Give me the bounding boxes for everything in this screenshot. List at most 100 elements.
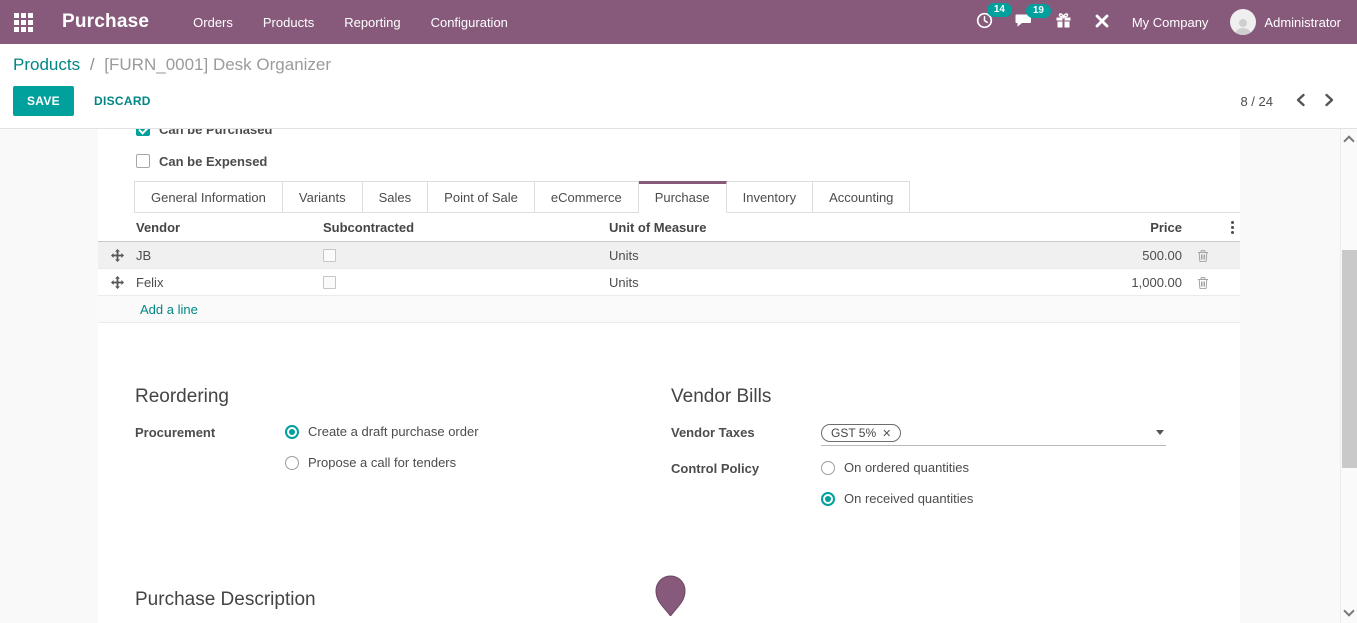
cell-price[interactable]: 1,000.00 (1003, 275, 1182, 290)
vendor-taxes-field[interactable]: GST 5% ✕ (821, 424, 1166, 446)
remove-tag-icon[interactable]: ✕ (882, 427, 891, 440)
control-policy-option-received[interactable]: On received quantities (821, 491, 1166, 506)
cell-price[interactable]: 500.00 (1003, 248, 1182, 263)
scroll-down-icon[interactable] (1343, 605, 1354, 616)
nav-reporting[interactable]: Reporting (344, 15, 400, 30)
notebook-tabs: General Information Variants Sales Point… (134, 181, 1240, 213)
nav-configuration[interactable]: Configuration (431, 15, 508, 30)
user-menu[interactable]: Administrator (1230, 9, 1341, 35)
form-sheet: Can be Purchased Can be Expensed General… (98, 129, 1240, 623)
column-header-price[interactable]: Price (1003, 220, 1182, 235)
drag-handle-icon[interactable] (111, 276, 124, 289)
drag-handle-icon[interactable] (111, 249, 124, 262)
table-row[interactable]: Felix Units 1,000.00 (98, 269, 1240, 296)
nav-orders[interactable]: Orders (193, 15, 233, 30)
radio-unselected-icon[interactable] (285, 456, 299, 470)
topbar: Purchase Orders Products Reporting Confi… (0, 0, 1357, 44)
chevron-left-icon (1295, 93, 1306, 110)
dropdown-caret-icon[interactable] (1156, 430, 1164, 435)
message-count-badge: 19 (1026, 4, 1051, 18)
radio-label: Propose a call for tenders (308, 455, 456, 470)
vendor-taxes-label: Vendor Taxes (671, 424, 821, 446)
radio-selected-icon[interactable] (285, 425, 299, 439)
text-selection-pin-icon (655, 575, 686, 616)
table-header-row: Vendor Subcontracted Unit of Measure Pri… (98, 213, 1240, 242)
column-header-uom[interactable]: Unit of Measure (603, 220, 1003, 235)
user-name: Administrator (1264, 15, 1341, 30)
procurement-option-call-for-tenders[interactable]: Propose a call for tenders (285, 455, 671, 470)
radio-unselected-icon[interactable] (821, 461, 835, 475)
purchase-description-section: Purchase Description This note is added … (135, 589, 1240, 623)
radio-selected-icon[interactable] (821, 492, 835, 506)
tab-variants[interactable]: Variants (283, 181, 363, 212)
vendor-bills-title: Vendor Bills (671, 386, 1166, 408)
chevron-right-icon (1324, 93, 1335, 110)
cell-vendor[interactable]: Felix (136, 275, 314, 290)
form-view: Can be Purchased Can be Expensed General… (0, 129, 1357, 623)
breadcrumb-separator: / (90, 55, 95, 74)
can-be-expensed-row[interactable]: Can be Expensed (136, 148, 1240, 174)
tab-general-information[interactable]: General Information (134, 181, 283, 212)
vertical-scrollbar[interactable] (1340, 129, 1357, 623)
subcontracted-checkbox[interactable] (323, 276, 336, 289)
table-row[interactable]: JB Units 500.00 (98, 242, 1240, 269)
company-switcher[interactable]: My Company (1132, 15, 1209, 30)
purchase-description-title: Purchase Description (135, 589, 1240, 611)
top-navigation: Orders Products Reporting Configuration (193, 15, 508, 30)
breadcrumb: Products / [FURN_0001] Desk Organizer (13, 53, 1357, 77)
add-a-line-link[interactable]: Add a line (140, 302, 198, 317)
tax-tag[interactable]: GST 5% ✕ (821, 424, 901, 442)
control-policy-option-ordered[interactable]: On ordered quantities (821, 460, 1166, 475)
cell-vendor[interactable]: JB (136, 248, 314, 263)
pager-value: 8 / 24 (1240, 94, 1273, 109)
pager-previous-button[interactable] (1291, 89, 1310, 114)
rewards-button[interactable] (1055, 12, 1072, 32)
save-button[interactable]: SAVE (13, 86, 74, 116)
procurement-option-draft-po[interactable]: Create a draft purchase order (285, 424, 671, 439)
can-be-purchased-checkbox[interactable] (136, 129, 150, 136)
scrollbar-thumb[interactable] (1342, 250, 1357, 468)
tab-point-of-sale[interactable]: Point of Sale (428, 181, 535, 212)
control-panel: Products / [FURN_0001] Desk Organizer SA… (0, 44, 1357, 129)
tab-ecommerce[interactable]: eCommerce (535, 181, 639, 212)
app-title: Purchase (62, 11, 149, 33)
column-header-subcontracted[interactable]: Subcontracted (314, 220, 603, 235)
crossed-tools-icon (1094, 13, 1110, 32)
can-be-purchased-label: Can be Purchased (159, 129, 272, 137)
radio-label: On received quantities (844, 491, 973, 506)
messages-button[interactable]: 19 (1015, 13, 1033, 32)
optional-columns-icon[interactable] (1229, 219, 1236, 236)
apps-menu-icon[interactable] (12, 11, 34, 33)
control-policy-label: Control Policy (671, 460, 821, 522)
can-be-purchased-row[interactable]: Can be Purchased (136, 129, 1240, 142)
discard-button[interactable]: DISCARD (88, 86, 157, 116)
subcontracted-checkbox[interactable] (323, 249, 336, 262)
tools-button[interactable] (1094, 13, 1110, 32)
tab-sales[interactable]: Sales (363, 181, 429, 212)
procurement-label: Procurement (135, 424, 285, 486)
reordering-title: Reordering (135, 386, 671, 408)
tab-accounting[interactable]: Accounting (813, 181, 910, 212)
vendor-pricelist-table: Vendor Subcontracted Unit of Measure Pri… (98, 213, 1240, 323)
user-avatar (1230, 9, 1256, 35)
radio-label: On ordered quantities (844, 460, 969, 475)
activities-button[interactable]: 14 (976, 12, 993, 32)
cell-uom[interactable]: Units (603, 248, 1003, 263)
cell-uom[interactable]: Units (603, 275, 1003, 290)
delete-row-icon[interactable] (1197, 249, 1209, 262)
column-header-vendor[interactable]: Vendor (136, 220, 314, 235)
vendor-bills-section: Vendor Bills Vendor Taxes GST 5% ✕ (671, 386, 1240, 536)
scroll-up-icon[interactable] (1343, 135, 1354, 146)
radio-label: Create a draft purchase order (308, 424, 479, 439)
tab-inventory[interactable]: Inventory (727, 181, 813, 212)
reordering-section: Reordering Procurement Create a draft pu… (135, 386, 671, 536)
can-be-expensed-label: Can be Expensed (159, 154, 267, 169)
nav-products[interactable]: Products (263, 15, 314, 30)
delete-row-icon[interactable] (1197, 276, 1209, 289)
can-be-expensed-checkbox[interactable] (136, 154, 150, 168)
breadcrumb-products-link[interactable]: Products (13, 55, 80, 74)
tab-purchase[interactable]: Purchase (639, 181, 727, 213)
add-line-row: Add a line (98, 296, 1240, 323)
pager-next-button[interactable] (1320, 89, 1339, 114)
gift-icon (1055, 12, 1072, 32)
